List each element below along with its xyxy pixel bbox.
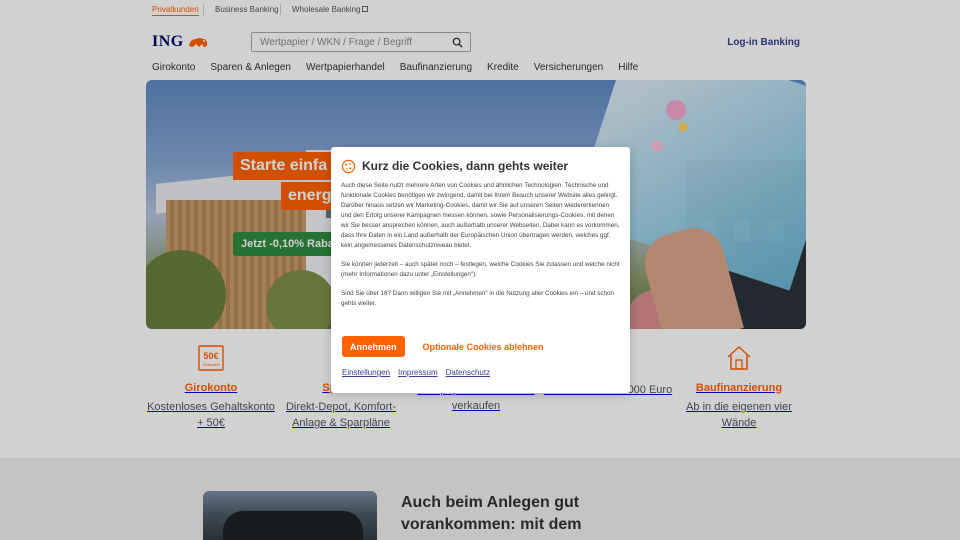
cookie-icon xyxy=(341,159,356,173)
cookie-paragraph-2: Sie können jederzeit – auch später noch … xyxy=(341,261,620,278)
cookie-dialog-body: Auch diese Seite nutzt mehrere Arten von… xyxy=(341,181,620,309)
decline-optional-cookies-button[interactable]: Optionale Cookies ablehnen xyxy=(423,342,544,352)
cookie-dialog-title: Kurz die Cookies, dann gehts weiter xyxy=(362,159,569,173)
privacy-link[interactable]: Datenschutz xyxy=(446,368,490,377)
cookie-consent-dialog: Kurz die Cookies, dann gehts weiter Auch… xyxy=(331,147,630,393)
cookie-paragraph-3: Sind Sie über 16? Dann willigen Sie mit … xyxy=(341,290,615,307)
accept-cookies-button[interactable]: Annehmen xyxy=(342,336,405,357)
cookie-paragraph-1: Auch diese Seite nutzt mehrere Arten von… xyxy=(341,182,620,249)
cookie-settings-link[interactable]: Einstellungen xyxy=(342,368,390,377)
imprint-link[interactable]: Impressum xyxy=(398,368,438,377)
